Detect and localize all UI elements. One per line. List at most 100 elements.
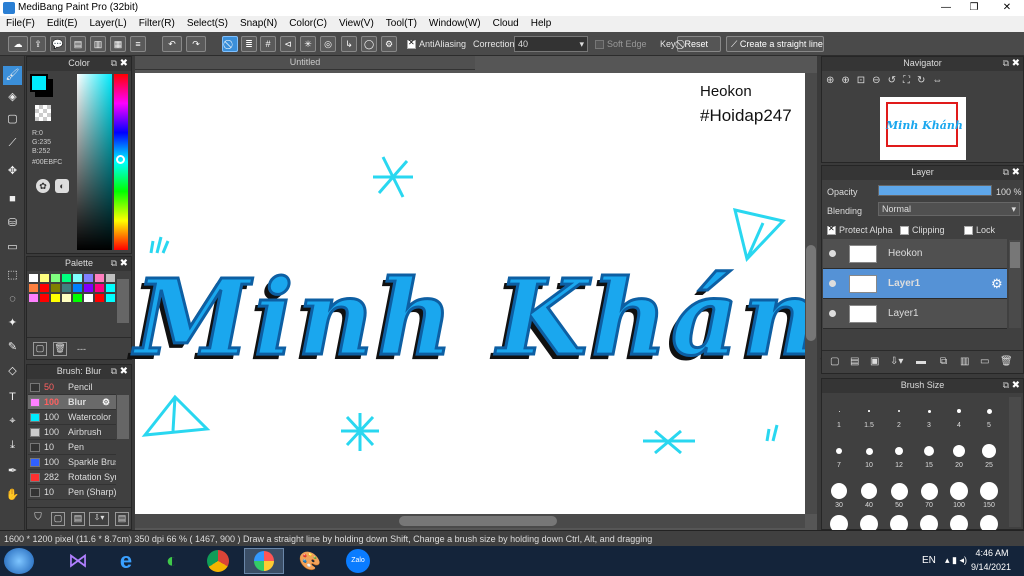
chrome-icon[interactable] xyxy=(198,548,238,574)
palette-swatch[interactable] xyxy=(29,274,38,282)
fit-screen-icon[interactable]: ⛶ xyxy=(903,75,917,86)
blending-select[interactable]: Normal ▾ xyxy=(878,202,1020,216)
list-icon[interactable]: ≡ xyxy=(130,36,146,52)
snap-curve-icon[interactable]: ↳ xyxy=(341,36,357,52)
antialiasing-toggle[interactable]: AntiAliasing xyxy=(407,38,466,50)
protect-alpha-checkbox[interactable] xyxy=(827,224,836,236)
menu-select[interactable]: Select(S) xyxy=(181,16,234,32)
brush-size-dot[interactable] xyxy=(986,408,992,414)
clock-time[interactable]: 4:46 AM xyxy=(970,548,1014,558)
duplicate-layer-icon[interactable]: ⧉ xyxy=(940,356,947,367)
vertical-scrollbar[interactable] xyxy=(805,73,817,514)
menu-filter[interactable]: Filter(R) xyxy=(133,16,181,32)
brush-size-dot[interactable] xyxy=(895,447,903,455)
brush-size-dot[interactable] xyxy=(861,483,877,499)
internet-explorer-icon[interactable]: e xyxy=(106,548,146,574)
hand-tool-icon[interactable]: ✋ xyxy=(3,486,22,505)
opacity-slider[interactable] xyxy=(878,185,992,196)
brush-item[interactable]: 282 Rotation Sym xyxy=(28,470,116,485)
document-icon[interactable]: ▤ xyxy=(70,36,86,52)
select-tool-icon[interactable]: ⬚ xyxy=(3,266,22,285)
brush-size-dot[interactable] xyxy=(957,409,961,413)
new-8bit-layer-icon[interactable]: ▣ xyxy=(870,356,879,367)
start-button[interactable] xyxy=(4,548,34,574)
palette-swatch[interactable] xyxy=(106,294,115,302)
page-icon[interactable]: ▥ xyxy=(90,36,106,52)
palette-swatch[interactable] xyxy=(51,284,60,292)
layer-settings-gear-icon[interactable]: ⚙ xyxy=(991,276,1003,292)
delete-layer-icon[interactable]: 🗑 xyxy=(1000,356,1013,367)
snap-radial-icon[interactable]: ✳ xyxy=(300,36,316,52)
layer-row[interactable]: Heokon xyxy=(823,239,1007,269)
brush-size-dot[interactable] xyxy=(836,448,842,454)
palette-swatch[interactable] xyxy=(73,284,82,292)
brush-copy-icon[interactable]: ▤ xyxy=(115,512,129,526)
visibility-icon[interactable] xyxy=(829,250,836,257)
vertical-scroll-thumb[interactable] xyxy=(806,245,816,341)
transparent-color-swatch[interactable] xyxy=(35,105,51,121)
merge-down-icon[interactable]: ▥ xyxy=(960,356,969,367)
detach-icon[interactable]: ⧉ xyxy=(1003,166,1009,179)
palette-swatch[interactable] xyxy=(51,274,60,282)
brush-size-dot[interactable] xyxy=(953,445,965,457)
snap-parallel-icon[interactable]: ≣ xyxy=(241,36,257,52)
brush-scrollbar[interactable] xyxy=(117,395,129,439)
menu-help[interactable]: Help xyxy=(525,16,558,32)
layer-scroll-thumb[interactable] xyxy=(1010,242,1020,268)
palette-swatch[interactable] xyxy=(95,294,104,302)
menu-edit[interactable]: Edit(E) xyxy=(41,16,84,32)
clipping-checkbox[interactable] xyxy=(900,226,909,236)
hue-handle[interactable] xyxy=(116,155,125,164)
move-tool-icon[interactable]: ✥ xyxy=(3,162,22,181)
soft-edge-toggle[interactable]: Soft Edge xyxy=(595,39,647,50)
brush-item[interactable]: 10 Pen xyxy=(28,440,116,455)
fill-shape-tool-icon[interactable]: ■ xyxy=(3,190,22,209)
cloud-icon[interactable]: ☁ xyxy=(8,36,28,52)
palette-swatch[interactable] xyxy=(84,274,93,282)
maximize-button[interactable]: ❐ xyxy=(960,0,988,16)
bucket-tool-icon[interactable]: ⛁ xyxy=(3,214,22,233)
magic-wand-tool-icon[interactable]: ✦ xyxy=(3,314,22,333)
snap-perspective-icon[interactable]: ⊲ xyxy=(280,36,296,52)
dot-tool-icon[interactable]: ▢ xyxy=(3,110,22,129)
layer-scrollbar[interactable] xyxy=(1009,240,1021,328)
palette-swatch[interactable] xyxy=(40,274,49,282)
palette-swatch[interactable] xyxy=(106,274,115,282)
zalo-icon[interactable]: Zalo xyxy=(338,548,378,574)
brush-size-dot[interactable] xyxy=(838,410,840,412)
palette-swatch[interactable] xyxy=(62,284,71,292)
palette-swatch[interactable] xyxy=(40,294,49,302)
horizontal-scroll-thumb[interactable] xyxy=(399,516,557,526)
palette-scrollbar[interactable] xyxy=(117,279,129,323)
menu-cloud[interactable]: Cloud xyxy=(487,16,525,32)
brush-item[interactable]: 100 Blur ⚙ xyxy=(28,395,116,410)
close-icon[interactable]: ✖ xyxy=(1012,379,1020,392)
brush-size-dot[interactable] xyxy=(924,446,934,456)
brush-size-dot[interactable] xyxy=(898,410,900,412)
add-brush-icon[interactable]: ▢ xyxy=(51,512,65,526)
new-layer-icon[interactable]: ▢ xyxy=(830,356,839,367)
coccoc-browser-icon[interactable]: ◐ xyxy=(152,548,192,574)
color-wheel-icon[interactable]: ✿ xyxy=(36,179,50,193)
palette-swatch[interactable] xyxy=(84,284,93,292)
brush-size-dot[interactable] xyxy=(982,444,996,458)
straight-line-button[interactable]: ⟋ Create a straight line xyxy=(726,36,824,52)
paint-icon[interactable]: 🎨 xyxy=(290,548,330,574)
detach-icon[interactable]: ⧉ xyxy=(1003,379,1009,392)
palette-swatch[interactable] xyxy=(40,284,49,292)
canvas-tab[interactable]: Untitled xyxy=(135,56,475,70)
close-icon[interactable]: ✖ xyxy=(1012,166,1020,179)
snap-off-icon[interactable]: ⃠ xyxy=(222,36,238,52)
brush-size-dot[interactable] xyxy=(865,447,873,455)
menu-snap[interactable]: Snap(N) xyxy=(234,16,283,32)
zoom-out-icon[interactable]: ⊖ xyxy=(872,75,887,86)
menu-color[interactable]: Color(C) xyxy=(283,16,333,32)
brush-item[interactable]: 100 Sparkle Brush xyxy=(28,455,116,470)
visibility-icon[interactable] xyxy=(829,280,836,287)
share-icon[interactable]: ⇪ xyxy=(30,36,46,52)
brush-settings-icon[interactable]: ⛉ xyxy=(31,512,45,526)
horizontal-scrollbar[interactable] xyxy=(135,514,805,528)
brush-item[interactable]: 50 Pencil xyxy=(28,380,116,395)
antialiasing-checkbox[interactable] xyxy=(407,38,416,50)
clipping-toggle[interactable]: Clipping xyxy=(900,225,945,236)
